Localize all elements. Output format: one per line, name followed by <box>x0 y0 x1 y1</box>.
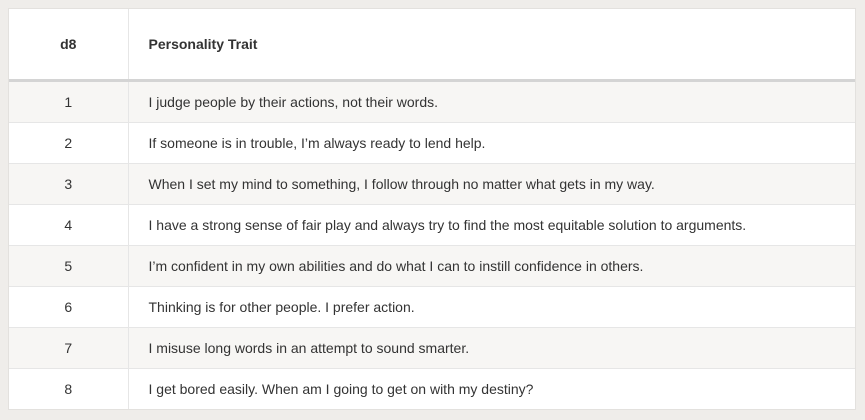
table-row: 2 If someone is in trouble, I’m always r… <box>9 122 855 164</box>
roll-number-cell: 2 <box>9 122 129 164</box>
table-row: 6 Thinking is for other people. I prefer… <box>9 286 855 328</box>
personality-trait-table: d8 Personality Trait 1 I judge people by… <box>9 9 855 409</box>
table-row: 8 I get bored easily. When am I going to… <box>9 368 855 409</box>
roll-number-cell: 1 <box>9 80 129 123</box>
roll-number-cell: 5 <box>9 245 129 287</box>
trait-cell: I judge people by their actions, not the… <box>128 80 855 123</box>
trait-cell: If someone is in trouble, I’m always rea… <box>128 122 855 164</box>
roll-number-cell: 7 <box>9 327 129 369</box>
header-die-column: d8 <box>9 9 129 82</box>
trait-cell: When I set my mind to something, I follo… <box>128 163 855 205</box>
trait-cell: I have a strong sense of fair play and a… <box>128 204 855 246</box>
header-trait-column: Personality Trait <box>128 9 855 82</box>
trait-cell: I’m confident in my own abilities and do… <box>128 245 855 287</box>
roll-number-cell: 3 <box>9 163 129 205</box>
roll-number-cell: 6 <box>9 286 129 328</box>
trait-cell: Thinking is for other people. I prefer a… <box>128 286 855 328</box>
table-row: 5 I’m confident in my own abilities and … <box>9 245 855 287</box>
roll-number-cell: 4 <box>9 204 129 246</box>
trait-cell: I misuse long words in an attempt to sou… <box>128 327 855 369</box>
table-row: 1 I judge people by their actions, not t… <box>9 80 855 123</box>
table-row: 7 I misuse long words in an attempt to s… <box>9 327 855 369</box>
table-header-row: d8 Personality Trait <box>9 9 855 82</box>
table-row: 3 When I set my mind to something, I fol… <box>9 163 855 205</box>
roll-number-cell: 8 <box>9 368 129 409</box>
personality-trait-table-container: d8 Personality Trait 1 I judge people by… <box>8 8 856 410</box>
table-row: 4 I have a strong sense of fair play and… <box>9 204 855 246</box>
trait-cell: I get bored easily. When am I going to g… <box>128 368 855 409</box>
